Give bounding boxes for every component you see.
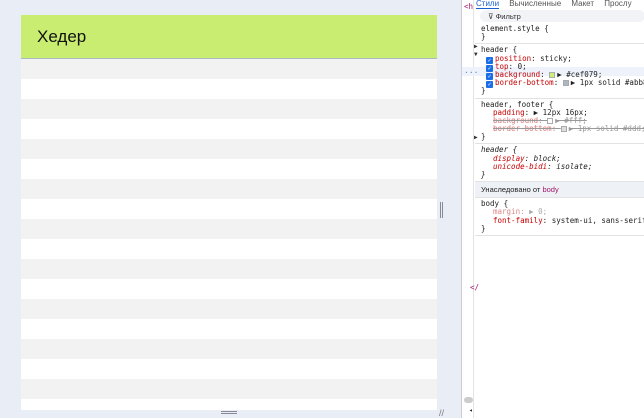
sticky-header: Хедер [21, 15, 437, 59]
tab-layout[interactable]: Макет [571, 0, 594, 8]
scroll-thumb[interactable] [464, 397, 473, 403]
devtools-panel: <h </ ◂ ··· Стили Вычисленные Макет Прос… [461, 0, 644, 418]
tab-listeners[interactable]: Прослу [604, 0, 631, 8]
checkbox[interactable]: ✓ [486, 81, 493, 89]
expand-icon[interactable]: ▶ [474, 134, 478, 141]
stripe-row [21, 119, 437, 139]
color-swatch[interactable] [562, 80, 569, 87]
rule-header: ▶ ▼ header { ✓ position: sticky; ✓ top: 0;… [474, 43, 644, 99]
striped-content [21, 59, 437, 410]
stripe-row [21, 339, 437, 359]
stripe-row [21, 279, 437, 299]
tab-computed[interactable]: Вычисленные [509, 0, 561, 8]
decl: unicode-bidi: isolate; [493, 161, 593, 171]
filter-icon: ⊽ [488, 12, 496, 21]
stripe-row [21, 79, 437, 99]
open-tag: <h [464, 2, 474, 11]
horizontal-resize-handle[interactable] [221, 411, 237, 414]
close-tag: </ [470, 283, 480, 292]
stripe-row [21, 159, 437, 179]
stripe-row [21, 59, 437, 79]
decl[interactable]: ✓border-bottom: ▶ 1px solid #abb8c3; [481, 78, 644, 89]
header-text: Хедер [37, 27, 87, 46]
tab-styles[interactable]: Стили [476, 0, 500, 9]
stripe-row [21, 239, 437, 259]
stripe-row [21, 179, 437, 199]
stripe-row [21, 379, 437, 399]
collapse-icon[interactable]: ▼ [474, 51, 478, 58]
stripe-row [21, 259, 437, 279]
vertical-resize-handle[interactable] [440, 202, 443, 218]
inherited-from-header: Унаследовано от body [475, 182, 644, 199]
scroll-arrow-icon[interactable]: ◂ [469, 407, 473, 414]
rule-element-style: element.style { } [475, 23, 644, 45]
corner-resize-icon[interactable]: // [439, 408, 444, 418]
rule-body: body { margin: ▶ 0; font-family: system-… [475, 198, 644, 236]
stripe-row [21, 219, 437, 239]
rule-header-footer: header, footer { padding: ▶ 12px 16px; b… [474, 99, 644, 145]
color-swatch[interactable] [560, 126, 567, 133]
decl-overridden[interactable]: border-bottom: ▶ 1px solid #ddd; [481, 124, 644, 133]
decl[interactable]: font-family: system-ui, sans-serif; [481, 216, 644, 225]
inherited-element-link[interactable]: body [542, 185, 558, 194]
style-rules: element.style { } ▶ ▼ header { ✓ position… [474, 23, 644, 236]
dom-tree-gutter: <h </ ◂ [462, 0, 479, 418]
stripe-row [21, 99, 437, 119]
preview-page: Хедер [21, 15, 437, 410]
stripe-row [21, 299, 437, 319]
stripe-row [21, 359, 437, 379]
styles-tabs: Стили Вычисленные Макет Прослу [476, 0, 644, 10]
color-swatch[interactable] [547, 117, 554, 124]
expand-icon[interactable]: ▶ [474, 43, 478, 50]
stripe-row [21, 399, 437, 410]
stripe-row [21, 319, 437, 339]
color-swatch[interactable] [549, 71, 556, 78]
filter-input[interactable]: ⊽ Фильтр [480, 10, 644, 22]
page-preview: Хедер // [0, 0, 461, 418]
rule-user-agent: header { display: block; unicode-bidi: i… [475, 144, 644, 183]
stripe-row [21, 139, 437, 159]
stripe-row [21, 199, 437, 219]
